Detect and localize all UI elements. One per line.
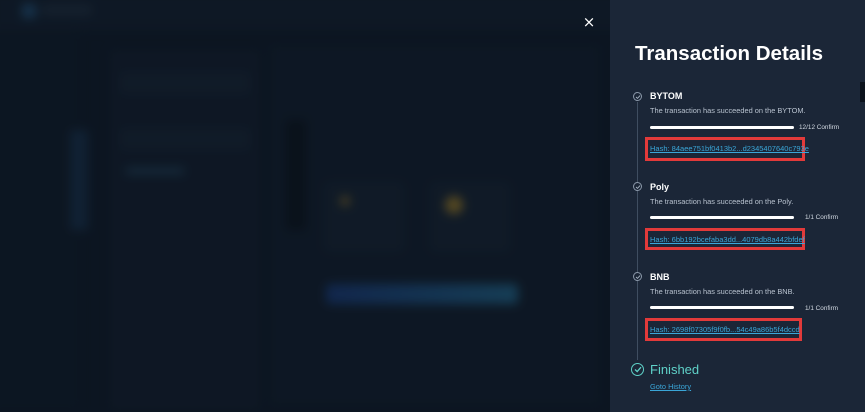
check-circle-icon (631, 363, 644, 376)
blurred-background-app (0, 0, 610, 412)
transaction-hash-link[interactable]: Hash: 84aee751bf0413b2...d2345407640c793… (650, 144, 809, 153)
step-description: The transaction has succeeded on the BNB… (650, 287, 795, 296)
confirm-progress-fill (650, 216, 794, 219)
modal-overlay (0, 0, 610, 412)
check-circle-icon (633, 182, 642, 191)
confirm-count: 1/1 Confirm (805, 305, 839, 312)
transaction-details-drawer: Transaction Details BYTOM The transactio… (610, 0, 865, 412)
confirm-progress-fill (650, 126, 794, 129)
finished-status: Finished (650, 362, 700, 377)
step-chain-name: Poly (650, 182, 670, 192)
transaction-hash-link[interactable]: Hash: 2698f07305f9f0fb...54c49a86b5f4dcc… (650, 325, 800, 334)
step-description: The transaction has succeeded on the Pol… (650, 197, 794, 206)
confirm-count: 1/1 Confirm (805, 214, 839, 221)
step-chain-name: BNB (650, 272, 670, 282)
timeline-line (637, 102, 638, 360)
confirm-progress-fill (650, 306, 794, 309)
transaction-hash-link[interactable]: Hash: 6bb192bcefaba3dd...4079db8a442bfde… (650, 235, 805, 244)
check-circle-icon (633, 92, 642, 101)
close-icon[interactable]: × (581, 14, 597, 30)
check-circle-icon (633, 272, 642, 281)
confirm-progress-bar (650, 126, 794, 129)
confirm-count: 12/12 Confirm (799, 124, 840, 131)
scrollbar-thumb[interactable] (860, 82, 865, 102)
step-description: The transaction has succeeded on the BYT… (650, 106, 806, 115)
drawer-title: Transaction Details (635, 42, 823, 65)
step-chain-name: BYTOM (650, 91, 683, 101)
scrollbar-track[interactable] (860, 80, 865, 402)
confirm-progress-bar (650, 306, 794, 309)
confirm-progress-bar (650, 216, 794, 219)
goto-history-link[interactable]: Goto History (650, 382, 691, 391)
